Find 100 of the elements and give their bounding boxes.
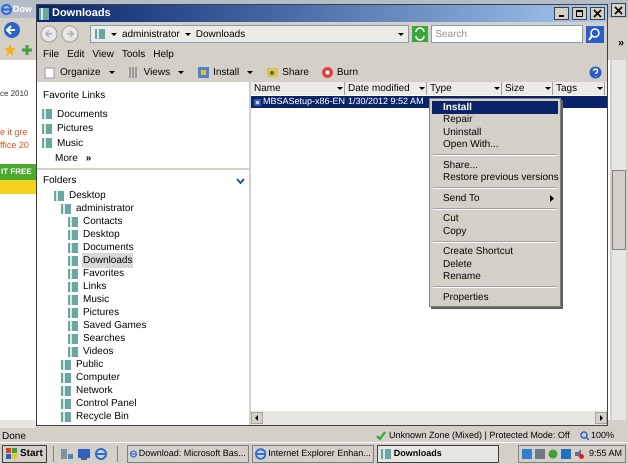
start-button[interactable]: Start: [2, 444, 47, 462]
menu-item[interactable]: Delete: [432, 258, 558, 270]
menu-item[interactable]: Open With...: [432, 138, 558, 151]
folder-item[interactable]: Desktop: [68, 188, 107, 203]
folder-item[interactable]: Downloads: [82, 253, 134, 268]
folder-item[interactable]: Music: [82, 292, 110, 307]
check-icon: [376, 430, 386, 441]
page-heading: ce 2010: [0, 88, 28, 100]
more-chevron[interactable]: »: [86, 150, 92, 166]
zone-status: Unknown Zone (Mixed) | Protected Mode: Off: [389, 429, 570, 442]
menu-item[interactable]: Restore previous versions: [432, 172, 558, 184]
menu-item[interactable]: Edit: [64, 46, 88, 62]
column-label: Type: [430, 82, 452, 96]
favorite-link[interactable]: Music: [57, 136, 84, 151]
menu-item[interactable]: View: [89, 46, 117, 62]
right-arrow-icon[interactable]: [595, 412, 607, 424]
menu-item[interactable]: Create Shortcut: [432, 246, 558, 258]
forward-button-icon[interactable]: [60, 25, 79, 43]
left-arrow-icon[interactable]: [251, 412, 263, 424]
folder-item[interactable]: Favorites: [82, 266, 126, 281]
column-label: Size: [505, 82, 524, 96]
maximize-button[interactable]: [572, 7, 587, 20]
search-icon[interactable]: [586, 26, 604, 42]
scroll-thumb[interactable]: [612, 170, 626, 250]
minimize-button[interactable]: [554, 7, 569, 20]
close-button[interactable]: [611, 3, 626, 17]
caret-icon: [493, 85, 501, 92]
menu-item[interactable]: Copy: [432, 225, 558, 238]
horizontal-scrollbar[interactable]: [251, 411, 607, 425]
toolbar-button[interactable]: Burn: [318, 64, 360, 80]
zoom-level[interactable]: 100%: [591, 429, 614, 442]
toolbar-button[interactable]: Organize: [42, 64, 118, 80]
refresh-icon[interactable]: [412, 26, 428, 42]
folder-icon: [39, 8, 49, 20]
menu-item[interactable]: Share...: [432, 159, 558, 172]
chevron-icon[interactable]: [236, 178, 245, 184]
menu-item[interactable]: Repair: [432, 114, 558, 126]
favorite-link[interactable]: Pictures: [57, 121, 94, 136]
browser-title: Dow: [13, 3, 32, 16]
folder-item[interactable]: Contacts: [82, 214, 124, 229]
column-header[interactable]: Tags: [553, 82, 605, 95]
people-icon: [266, 66, 280, 78]
vertical-scrollbar[interactable]: [612, 60, 626, 420]
taskbar-button[interactable]: Downloads: [376, 444, 499, 462]
server-icon[interactable]: [60, 446, 74, 460]
desktop-icon[interactable]: [76, 446, 91, 460]
folder-item[interactable]: Videos: [82, 344, 114, 359]
taskbar-button[interactable]: Internet Explorer Enhan...: [252, 444, 374, 462]
star-icon[interactable]: [4, 44, 16, 56]
menu-item[interactable]: Rename: [432, 270, 558, 283]
plus-icon[interactable]: [22, 45, 32, 55]
column-header[interactable]: Type: [427, 82, 502, 95]
more-link[interactable]: More: [55, 150, 78, 166]
folder-item[interactable]: Saved Games: [82, 318, 148, 333]
folder-item[interactable]: Documents: [82, 240, 135, 255]
browser-logo-icon[interactable]: [94, 446, 108, 460]
menu-item[interactable]: Properties: [432, 291, 558, 304]
toolbar-button[interactable]: Views: [126, 64, 188, 80]
folder-icon: [67, 268, 79, 280]
folder-item[interactable]: Computer: [75, 370, 121, 385]
folder-item[interactable]: Desktop: [82, 227, 121, 242]
address-bar[interactable]: administrator Downloads: [90, 25, 410, 43]
breadcrumb[interactable]: Downloads: [196, 26, 246, 42]
banner-stripe: [0, 180, 36, 194]
folder-icon: [60, 398, 72, 410]
disc-icon: [320, 66, 334, 78]
menu-item[interactable]: Tools: [118, 46, 148, 62]
search-field[interactable]: Search: [431, 25, 584, 43]
folder-item[interactable]: Control Panel: [75, 396, 138, 411]
folder-icon: [60, 202, 72, 214]
menu-item[interactable]: Cut: [432, 212, 558, 225]
favorite-link[interactable]: Documents: [57, 106, 108, 122]
folder-item[interactable]: Searches: [82, 331, 126, 346]
folder-icon: [67, 320, 79, 332]
folder-icon: [67, 346, 79, 358]
installer-icon: [197, 66, 210, 78]
caret-icon: [544, 85, 552, 92]
folder-item[interactable]: Links: [82, 279, 108, 294]
back-button-icon[interactable]: [3, 21, 21, 39]
close-icon: [614, 6, 623, 14]
horizontal-scrollbar[interactable]: [0, 420, 36, 428]
folder-item[interactable]: Network: [75, 383, 114, 398]
menu-item[interactable]: File: [40, 46, 62, 62]
menu-item[interactable]: Send To: [432, 192, 558, 204]
more-chevron[interactable]: »: [618, 35, 624, 52]
breadcrumb[interactable]: administrator: [122, 26, 180, 42]
taskbar-button[interactable]: Download: Microsoft Bas...: [126, 444, 249, 462]
folder-item[interactable]: Recycle Bin: [75, 409, 130, 424]
toolbar-button[interactable]: Install: [195, 64, 256, 80]
status-text: Done: [2, 430, 26, 444]
menu-item[interactable]: Uninstall: [432, 126, 558, 138]
menu-item[interactable]: Install: [432, 101, 558, 114]
folder-item[interactable]: Pictures: [82, 305, 120, 320]
help-icon[interactable]: [589, 66, 602, 78]
menu-item[interactable]: Help: [150, 46, 177, 62]
toolbar-button[interactable]: Share: [264, 64, 311, 80]
folder-item[interactable]: administrator: [75, 201, 135, 216]
speaker-icon[interactable]: [574, 448, 584, 458]
close-button[interactable]: [590, 7, 605, 20]
folder-item[interactable]: Public: [75, 357, 104, 372]
